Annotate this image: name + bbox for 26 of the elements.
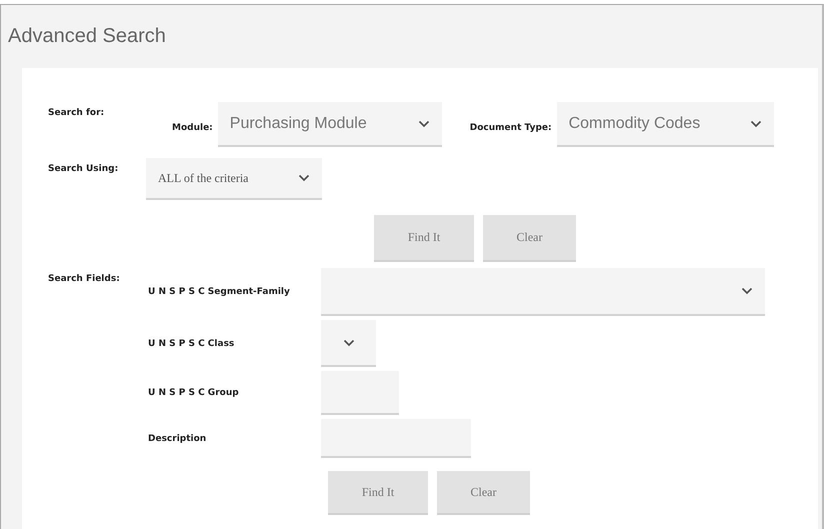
dropdown[interactable]	[321, 320, 376, 367]
dropdown[interactable]: Purchasing Module	[218, 102, 442, 147]
section-label: Search Using:	[48, 164, 120, 174]
field-label: Description	[148, 434, 206, 444]
field-label: Module:	[172, 122, 213, 132]
chevron-down-icon	[298, 174, 310, 182]
chevron-down-icon	[342, 338, 354, 346]
button[interactable]: Find It	[328, 471, 428, 515]
field-label: U N S P S C Group	[148, 388, 239, 398]
section-label: Search for:	[48, 108, 106, 118]
input-field[interactable]	[321, 371, 399, 415]
field-label: U N S P S C Segment-Family	[148, 287, 290, 297]
dropdown[interactable]: ALL of the criteria	[146, 158, 322, 200]
chevron-down-icon	[418, 120, 430, 128]
panel-title: Advanced Search	[8, 25, 166, 48]
dropdown[interactable]: Commodity Codes	[556, 102, 774, 147]
button[interactable]: Clear	[483, 215, 576, 262]
button[interactable]: Clear	[437, 471, 530, 515]
button[interactable]: Find It	[374, 215, 474, 262]
chevron-down-icon	[741, 287, 753, 295]
field-label: U N S P S C Class	[148, 338, 234, 348]
chevron-down-icon	[750, 120, 762, 128]
field-label: Document Type:	[470, 122, 552, 132]
section-label: Search Fields:	[48, 274, 120, 284]
dropdown[interactable]	[321, 268, 765, 316]
input-field[interactable]	[321, 419, 471, 458]
